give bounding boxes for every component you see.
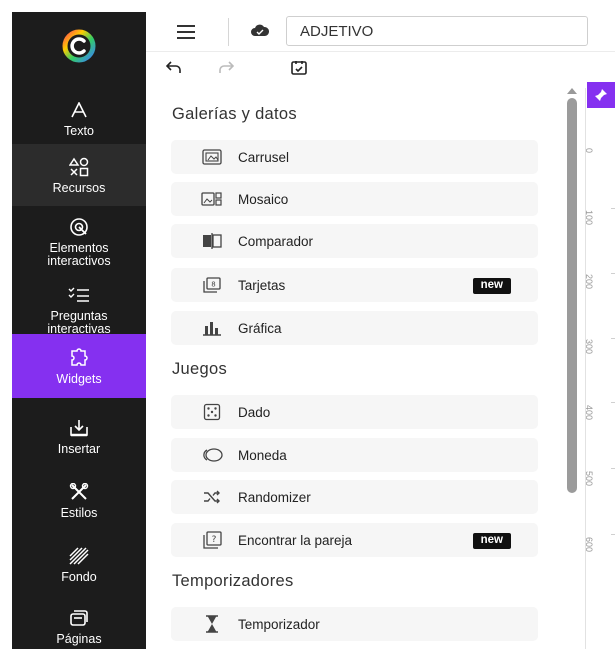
sidebar: Texto Recursos Elementos interactivos Pr… bbox=[12, 12, 146, 649]
sidebar-item-fondo[interactable]: Fondo bbox=[12, 536, 146, 592]
save-check-icon[interactable] bbox=[290, 60, 308, 76]
interactive-element-icon bbox=[69, 216, 89, 238]
widget-item-encontrar-la-pareja[interactable]: ? Encontrar la pareja new bbox=[171, 523, 538, 557]
ruler-label: 100 bbox=[584, 210, 594, 226]
sidebar-item-label: Widgets bbox=[56, 371, 102, 386]
panel-scrollbar[interactable] bbox=[565, 88, 579, 649]
app-logo-icon bbox=[62, 29, 96, 63]
ruler-label: 600 bbox=[584, 537, 594, 553]
widget-item-comparador[interactable]: Comparador bbox=[171, 224, 538, 258]
widget-label: Dado bbox=[238, 404, 271, 420]
sidebar-item-elementos-interactivos[interactable]: Elementos interactivos bbox=[12, 208, 146, 276]
sidebar-item-texto[interactable]: Texto bbox=[12, 92, 146, 144]
pages-icon bbox=[69, 607, 89, 629]
app-logo[interactable] bbox=[12, 12, 146, 80]
mosaic-icon bbox=[201, 190, 223, 208]
widget-item-randomizer[interactable]: Randomizer bbox=[171, 480, 538, 514]
ruler-tick bbox=[611, 273, 615, 274]
sidebar-item-label: Elementos interactivos bbox=[47, 241, 111, 268]
ruler-label: 200 bbox=[584, 274, 594, 290]
comparator-icon bbox=[201, 232, 223, 250]
widget-label: Comparador bbox=[238, 233, 314, 249]
sidebar-item-paginas[interactable]: Páginas bbox=[12, 600, 146, 649]
toolbar-divider bbox=[228, 18, 229, 46]
undo-icon[interactable] bbox=[166, 60, 182, 74]
carousel-icon bbox=[201, 148, 223, 166]
ruler-tick bbox=[611, 468, 615, 469]
scroll-up-arrow-icon[interactable] bbox=[567, 88, 577, 94]
interactive-questions-icon bbox=[68, 284, 90, 306]
project-title-input[interactable] bbox=[286, 16, 588, 46]
background-icon bbox=[69, 545, 89, 567]
sidebar-item-label: Preguntas interactivas bbox=[47, 309, 111, 336]
sidebar-item-label: Insertar bbox=[57, 441, 101, 456]
ruler-label: 300 bbox=[584, 339, 594, 355]
widget-item-tarjetas[interactable]: 8 Tarjetas new bbox=[171, 268, 538, 302]
scroll-thumb[interactable] bbox=[567, 98, 577, 493]
shuffle-icon bbox=[201, 488, 223, 506]
sidebar-item-insertar[interactable]: Insertar bbox=[12, 408, 146, 464]
widget-item-temporizador[interactable]: Temporizador bbox=[171, 607, 538, 641]
ruler-label: 400 bbox=[584, 405, 594, 421]
ruler-tick bbox=[611, 402, 615, 403]
memory-game-icon: ? bbox=[201, 531, 223, 549]
widget-item-carrusel[interactable]: Carrusel bbox=[171, 140, 538, 174]
canvas-ruler: 0 100 200 300 400 500 600 bbox=[584, 88, 615, 649]
section-title: Temporizadores bbox=[172, 572, 294, 590]
bar-chart-icon bbox=[201, 319, 223, 337]
widget-item-mosaico[interactable]: Mosaico bbox=[171, 182, 538, 216]
sidebar-item-recursos[interactable]: Recursos bbox=[12, 144, 146, 206]
menu-icon[interactable] bbox=[177, 25, 195, 39]
redo-icon[interactable] bbox=[218, 60, 234, 74]
styles-icon bbox=[69, 481, 89, 503]
sidebar-item-label: Páginas bbox=[56, 631, 102, 646]
ruler-tick bbox=[611, 208, 615, 209]
coin-icon bbox=[201, 446, 223, 464]
widget-label: Tarjetas bbox=[238, 277, 286, 293]
sidebar-item-label: Estilos bbox=[60, 505, 98, 520]
ruler-tick bbox=[611, 338, 615, 339]
widget-label: Carrusel bbox=[238, 149, 290, 165]
dice-icon bbox=[201, 403, 223, 421]
widget-label: Gráfica bbox=[238, 320, 282, 336]
new-badge: new bbox=[472, 533, 511, 549]
widget-label: Mosaico bbox=[238, 191, 289, 207]
top-bar bbox=[146, 12, 615, 52]
ruler-label: 500 bbox=[584, 471, 594, 487]
ruler-label: 0 bbox=[584, 148, 594, 154]
cloud-saved-icon bbox=[250, 23, 270, 42]
widget-item-dado[interactable]: Dado bbox=[171, 395, 538, 429]
sidebar-item-estilos[interactable]: Estilos bbox=[12, 472, 146, 528]
text-icon bbox=[70, 99, 88, 121]
svg-text:8: 8 bbox=[211, 281, 215, 289]
widget-item-grafica[interactable]: Gráfica bbox=[171, 311, 538, 345]
widget-label: Moneda bbox=[238, 447, 287, 463]
ruler-tick bbox=[611, 534, 615, 535]
pin-icon[interactable] bbox=[587, 82, 615, 108]
sidebar-item-label: Recursos bbox=[52, 180, 106, 195]
widget-label: Encontrar la pareja bbox=[238, 532, 353, 548]
widgets-panel: Galerías y datos Carrusel Mosaico Compar… bbox=[146, 88, 583, 649]
edit-toolbar bbox=[146, 52, 615, 88]
sidebar-item-widgets[interactable]: Widgets bbox=[12, 334, 146, 398]
shapes-icon bbox=[69, 156, 89, 178]
section-title: Galerías y datos bbox=[172, 105, 297, 123]
widget-label: Randomizer bbox=[238, 489, 311, 505]
insert-icon bbox=[69, 417, 89, 439]
widget-label: Temporizador bbox=[238, 616, 320, 632]
svg-text:?: ? bbox=[212, 535, 217, 545]
widget-item-moneda[interactable]: Moneda bbox=[171, 438, 538, 472]
sidebar-item-label: Texto bbox=[64, 123, 94, 138]
sidebar-item-label: Fondo bbox=[61, 569, 97, 584]
section-title: Juegos bbox=[172, 360, 228, 378]
new-badge: new bbox=[472, 278, 511, 294]
widgets-icon bbox=[69, 347, 89, 369]
cards-icon: 8 bbox=[201, 276, 223, 294]
hourglass-icon bbox=[201, 615, 223, 633]
